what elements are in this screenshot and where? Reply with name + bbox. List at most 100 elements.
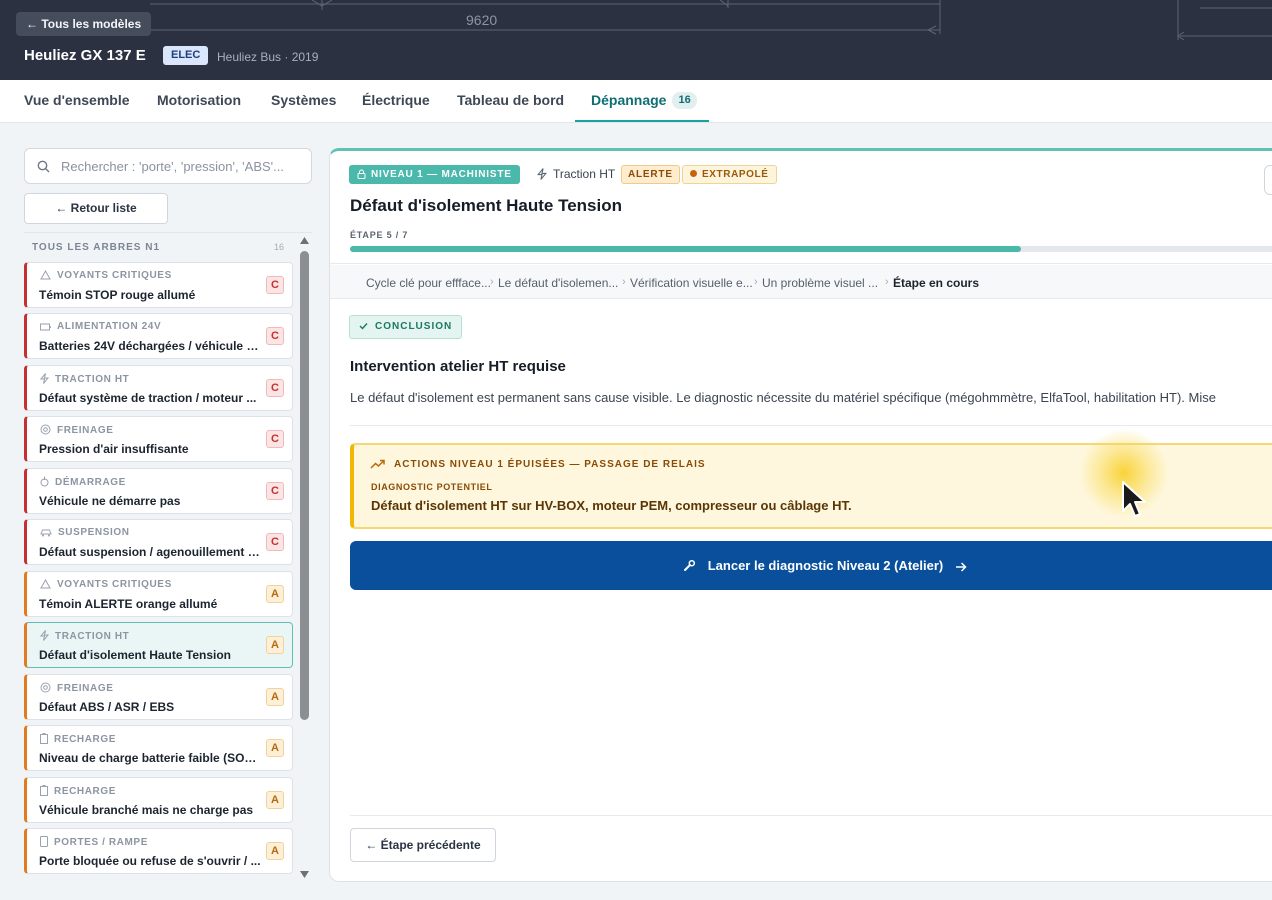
tree-item-title: Défaut ABS / ASR / EBS bbox=[39, 700, 175, 714]
tree-item-category: FREINAGE bbox=[40, 682, 113, 694]
severity-badge: C bbox=[266, 482, 284, 500]
step-counter: ÉTAPE 5 / 7 bbox=[350, 230, 409, 240]
tree-item[interactable]: TRACTION HT Défaut système de traction /… bbox=[24, 365, 293, 411]
tree-item-category: VOYANTS CRITIQUES bbox=[40, 578, 172, 590]
breadcrumb-chevron-icon: › bbox=[885, 276, 889, 288]
tree-item[interactable]: FREINAGE Pression d'air insuffisante C bbox=[24, 416, 293, 462]
charging-battery-icon bbox=[40, 785, 48, 796]
back-to-models-button[interactable]: ← Tous les modèles bbox=[16, 12, 152, 36]
breadcrumb-current: Étape en cours bbox=[893, 276, 980, 290]
energy-badge: ELEC bbox=[163, 46, 209, 65]
lightning-icon bbox=[39, 630, 50, 641]
search-icon bbox=[37, 160, 50, 173]
status-dot-icon bbox=[690, 170, 697, 177]
relay-diagnosis-text: Défaut d'isolement HT sur HV-BOX, moteur… bbox=[371, 498, 852, 513]
tree-item[interactable]: SUSPENSION Défaut suspension / agenouill… bbox=[24, 519, 293, 565]
severity-badge: A bbox=[266, 739, 284, 757]
severity-badge: C bbox=[266, 430, 284, 448]
breadcrumb-step[interactable]: Le défaut d'isolemen... bbox=[498, 276, 618, 290]
panel-action-button[interactable] bbox=[1264, 165, 1272, 195]
list-scrollbar-thumb[interactable] bbox=[300, 251, 309, 720]
tree-item-category: VOYANTS CRITIQUES bbox=[40, 269, 172, 281]
tree-item-title: Véhicule ne démarre pas bbox=[39, 494, 181, 508]
severity-badge: A bbox=[266, 636, 284, 654]
severity-badge: C bbox=[266, 276, 284, 294]
severity-badge: C bbox=[266, 379, 284, 397]
mouse-cursor-icon bbox=[1122, 481, 1146, 517]
tab-electrical[interactable]: Électrique bbox=[362, 80, 430, 122]
battery-icon bbox=[40, 323, 51, 331]
tree-item-category: TRACTION HT bbox=[39, 373, 129, 385]
alert-badge: ALERTE bbox=[621, 165, 680, 184]
tab-dashboard[interactable]: Tableau de bord bbox=[457, 80, 564, 122]
footer-divider bbox=[350, 815, 1272, 816]
system-tag: Traction HT bbox=[537, 165, 615, 184]
breadcrumb-step[interactable]: Un problème visuel ... bbox=[762, 276, 878, 290]
scroll-down-arrow-icon[interactable] bbox=[299, 870, 310, 879]
tree-item-title: Témoin STOP rouge allumé bbox=[39, 288, 196, 302]
scroll-up-arrow-icon[interactable] bbox=[299, 236, 310, 245]
tab-systems[interactable]: Systèmes bbox=[271, 80, 336, 122]
relay-heading: ACTIONS NIVEAU 1 ÉPUISÉES — PASSAGE DE R… bbox=[370, 459, 706, 470]
active-tab-indicator bbox=[575, 120, 709, 122]
tree-item-title: Défaut d'isolement Haute Tension bbox=[39, 648, 231, 662]
model-header: 9620 ← Tous les modèles Heuliez GX 137 E… bbox=[0, 0, 1272, 80]
ignition-key-icon bbox=[40, 476, 49, 487]
tree-item-category: TRACTION HT bbox=[39, 630, 129, 642]
tree-item[interactable]: PORTES / RAMPE Porte bloquée ou refuse d… bbox=[24, 828, 293, 874]
severity-badge: A bbox=[266, 791, 284, 809]
tree-item-category: DÉMARRAGE bbox=[40, 476, 126, 488]
tree-item[interactable]: VOYANTS CRITIQUES Témoin STOP rouge allu… bbox=[24, 262, 293, 308]
breadcrumb-chevron-icon: › bbox=[622, 276, 626, 288]
tab-motorisation[interactable]: Motorisation bbox=[157, 80, 241, 122]
tree-item[interactable]: ALIMENTATION 24V Batteries 24V déchargée… bbox=[24, 313, 293, 359]
search-box[interactable] bbox=[24, 148, 312, 184]
tree-item-title: Niveau de charge batterie faible (SOC... bbox=[39, 751, 261, 765]
tree-item-selected[interactable]: TRACTION HT Défaut d'isolement Haute Ten… bbox=[24, 622, 293, 668]
tree-list: VOYANTS CRITIQUES Témoin STOP rouge allu… bbox=[24, 262, 294, 880]
tree-item-category: RECHARGE bbox=[40, 733, 116, 745]
wrench-icon bbox=[684, 559, 696, 571]
launch-button-label: Lancer le diagnostic Niveau 2 (Atelier) bbox=[707, 558, 944, 573]
tree-item-title: Batteries 24V déchargées / véhicule n... bbox=[39, 339, 261, 353]
tree-item-category: SUSPENSION bbox=[40, 527, 130, 538]
tree-list-header: TOUS LES ARBRES N1 16 bbox=[24, 232, 312, 260]
level-badge: NIVEAU 1 — MACHINISTE bbox=[349, 165, 520, 184]
tree-item[interactable]: RECHARGE Niveau de charge batterie faibl… bbox=[24, 725, 293, 771]
back-to-list-button[interactable]: ← Retour liste bbox=[24, 193, 168, 224]
step-progress-fill bbox=[350, 246, 1022, 252]
tab-bar: Vue d'ensemble Motorisation Systèmes Éle… bbox=[0, 80, 1272, 123]
breadcrumb-step[interactable]: Cycle clé pour effface... bbox=[366, 276, 491, 290]
warning-triangle-icon bbox=[40, 578, 51, 589]
launch-level2-diagnostic-button[interactable]: Lancer le diagnostic Niveau 2 (Atelier) bbox=[350, 541, 1272, 590]
severity-badge: C bbox=[266, 533, 284, 551]
car-suspension-icon bbox=[40, 529, 52, 537]
tree-item[interactable]: FREINAGE Défaut ABS / ASR / EBS A bbox=[24, 674, 293, 720]
tree-item[interactable]: RECHARGE Véhicule branché mais ne charge… bbox=[24, 777, 293, 823]
tree-item[interactable]: DÉMARRAGE Véhicule ne démarre pas C bbox=[24, 468, 293, 514]
blueprint-drawing: 9620 bbox=[150, 0, 1272, 41]
intervention-title: Intervention atelier HT requise bbox=[350, 358, 566, 375]
tree-item[interactable]: VOYANTS CRITIQUES Témoin ALERTE orange a… bbox=[24, 571, 293, 617]
tab-troubleshooting[interactable]: Dépannage 16 bbox=[591, 80, 697, 122]
search-input[interactable] bbox=[61, 149, 305, 183]
tab-troubleshooting-label: Dépannage bbox=[591, 92, 667, 108]
brake-disc-icon bbox=[40, 424, 51, 435]
section-divider bbox=[350, 425, 1272, 426]
intervention-description: Le défaut d'isolement est permanent sans… bbox=[350, 390, 1216, 405]
extrapolated-badge: EXTRAPOLÉ bbox=[682, 165, 777, 184]
tree-item-title: Véhicule branché mais ne charge pas bbox=[39, 803, 254, 817]
tree-list-title: TOUS LES ARBRES N1 bbox=[32, 242, 161, 253]
breadcrumb-chevron-icon: › bbox=[490, 276, 494, 288]
step-breadcrumb: Cycle clé pour effface... › Le défaut d'… bbox=[330, 265, 1272, 299]
tree-item-title: Pression d'air insuffisante bbox=[39, 442, 189, 456]
lightning-icon bbox=[537, 168, 547, 180]
previous-step-button[interactable]: ← Étape précédente bbox=[350, 828, 496, 862]
tree-item-category: FREINAGE bbox=[40, 424, 113, 436]
arrow-right-icon bbox=[955, 562, 967, 572]
brake-disc-icon bbox=[40, 682, 51, 693]
tab-overview[interactable]: Vue d'ensemble bbox=[24, 80, 130, 122]
breadcrumb-step[interactable]: Vérification visuelle e... bbox=[630, 276, 753, 290]
severity-badge: C bbox=[266, 327, 284, 345]
door-icon bbox=[40, 836, 48, 847]
